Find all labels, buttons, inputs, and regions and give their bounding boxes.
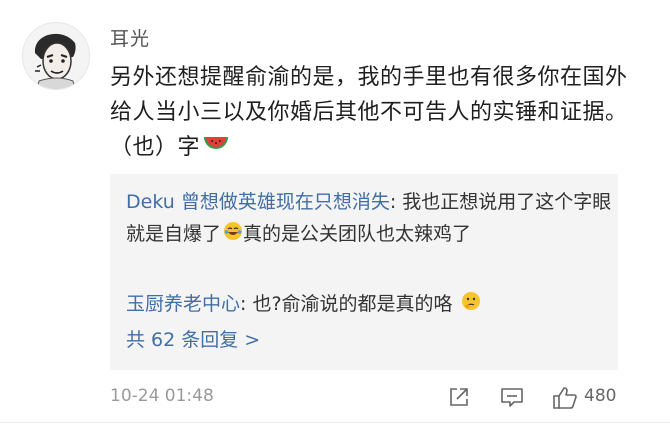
reply-username[interactable]: 玉厨养老中心 [126,293,240,315]
reply-item: 玉厨养老中心: 也?俞渝说的都是真的咯 [126,288,612,321]
comment-timestamp: 10-24 01:48 [110,386,214,406]
avatar[interactable] [22,22,90,90]
reply-panel: Deku 曾想做英雄现在只想消失: 我也正想说用了这个字眼就是自爆了 真的是公关… [110,174,618,370]
reply-text-continued: 真的是公关团队也太辣鸡了 [243,223,472,245]
comment-text-block: 另外还想提醒俞渝的是，我的手里也有很多你在国外给人当小三以及你婚后其他不可告人的… [110,60,630,166]
share-icon[interactable] [448,386,470,412]
reply-username[interactable]: Deku 曾想做英雄现在只想消失 [126,191,390,213]
comment-text: 另外还想提醒俞渝的是，我的手里也有很多你在国外给人当小三以及你婚后其他不可告人的… [110,65,628,160]
thinking-face-icon [461,289,481,321]
divider [0,422,670,423]
laughing-crying-face-icon [223,219,243,251]
comment-username[interactable]: 耳光 [110,24,150,51]
like-count: 480 [584,386,617,406]
comment-icon[interactable] [500,386,524,412]
reply-text: : 也?俞渝说的都是真的咯 [240,293,453,315]
comment-footer: 10-24 01:48 480 [110,386,630,410]
reply-item: Deku 曾想做英雄现在只想消失: 我也正想说用了这个字眼就是自爆了 真的是公关… [126,186,612,251]
more-replies-link[interactable]: 共 62 条回复 > [126,325,260,352]
thumbs-up-icon[interactable] [552,386,578,414]
watermelon-icon [202,131,230,166]
